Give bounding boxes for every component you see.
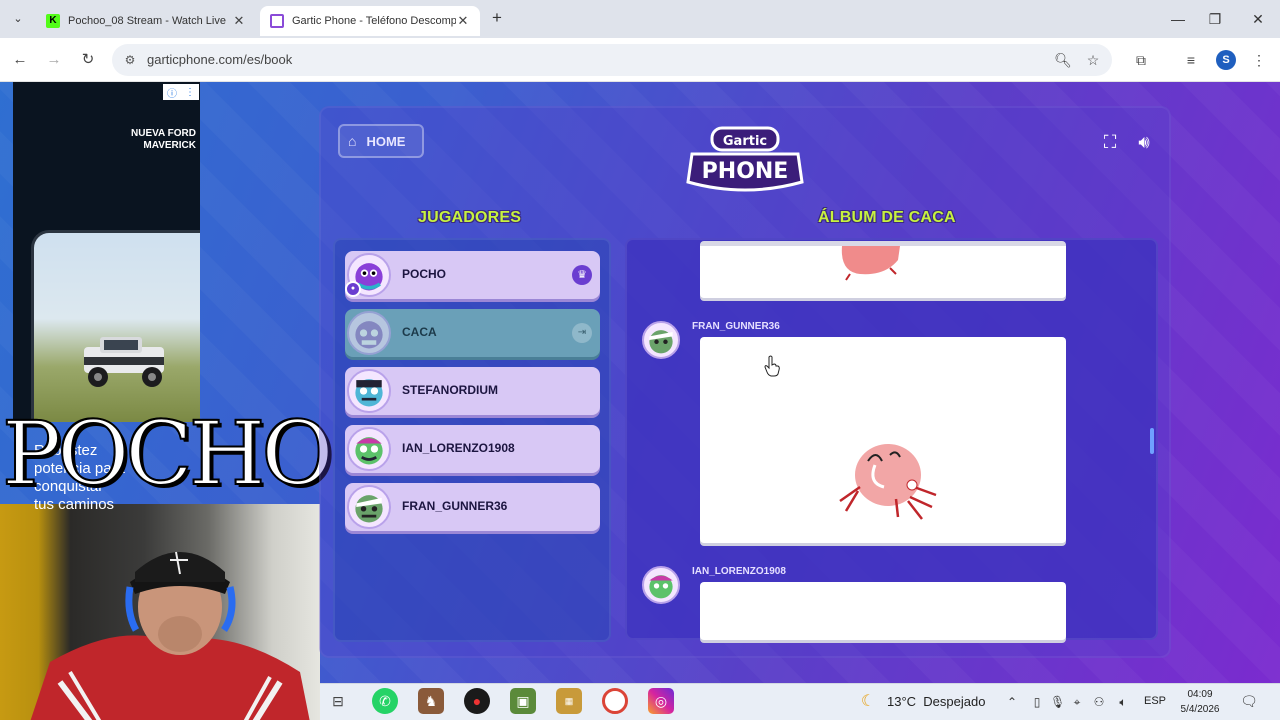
- avatar: [642, 566, 680, 604]
- kick-logo-icon: K: [46, 14, 60, 28]
- profile-avatar[interactable]: S: [1216, 50, 1236, 70]
- drawing-card: [700, 241, 1066, 298]
- location-icon[interactable]: ⌖: [1070, 694, 1084, 710]
- fullscreen-icon[interactable]: ⛶: [1099, 131, 1121, 153]
- restore-icon[interactable]: ❐: [1205, 9, 1225, 29]
- task-view-icon[interactable]: ⊟: [325, 688, 351, 714]
- crown-icon: ♛: [572, 265, 592, 285]
- browser-menu-icon[interactable]: ⋮: [1248, 49, 1270, 71]
- avatar: [642, 321, 680, 359]
- weather-desc: Despejado: [923, 694, 986, 709]
- streamer-webcam-image: [30, 551, 310, 720]
- site-info-icon[interactable]: ⚙: [122, 52, 138, 68]
- forward-arrow-icon[interactable]: →: [43, 49, 65, 71]
- reload-icon[interactable]: ↻: [77, 49, 99, 71]
- owner-badge-icon: ●: [345, 281, 361, 297]
- hand-cursor-icon: [764, 355, 780, 377]
- whatsapp-icon[interactable]: ✆: [372, 688, 398, 714]
- avatar: [347, 485, 391, 529]
- clock-date: 5/4/2026: [1180, 704, 1220, 715]
- instagram-icon[interactable]: ◎: [648, 688, 674, 714]
- player-name: IAN_LORENZO1908: [402, 441, 515, 455]
- avatar: [347, 427, 391, 471]
- tab-title: Gartic Phone - Teléfono Descompuesto: [292, 15, 456, 27]
- media-queue-icon[interactable]: ≡: [1180, 49, 1202, 71]
- player-item-ian-lorenzo1908[interactable]: IAN_LORENZO1908: [345, 425, 600, 473]
- player-item-fran-gunner36[interactable]: FRAN_GUNNER36: [345, 483, 600, 531]
- notification-icon[interactable]: 🗨︎: [1240, 692, 1258, 710]
- tray-expand-chevron-icon[interactable]: ⌃: [1005, 694, 1019, 710]
- new-tab-plus-icon[interactable]: +: [488, 8, 506, 28]
- players-title: JUGADORES: [418, 209, 522, 226]
- tab-close-icon[interactable]: ✕: [232, 13, 246, 29]
- player-item-pocho[interactable]: ● POCHO ♛: [345, 251, 600, 299]
- ad-choices[interactable]: ⓘ ⋮: [163, 84, 199, 100]
- avatar: [347, 311, 391, 355]
- browser-toolbar: ← → ↻ ⚙ garticphone.com/es/book 🔍︎ ☆ ⧉ ≡…: [0, 38, 1280, 82]
- chrome-icon[interactable]: [602, 688, 628, 714]
- album-entry-author: IAN_LORENZO1908: [692, 566, 786, 577]
- window-close-icon[interactable]: ✕: [1248, 9, 1268, 29]
- player-name: STEFANORDIUM: [402, 383, 498, 397]
- pink-creature-drawing: [839, 444, 937, 520]
- clock-time: 04:09: [1187, 689, 1213, 700]
- album-scrollbar[interactable]: [1150, 428, 1154, 454]
- weather-temp: 13°C: [887, 694, 917, 709]
- tab-search-chevron-icon[interactable]: ⌄: [8, 9, 28, 29]
- ad-phone-frame: [31, 230, 200, 422]
- ad-headline: NUEVA FORD MAVERICK: [131, 128, 196, 151]
- moon-weather-icon[interactable]: ☾: [858, 692, 878, 712]
- streamer-name-overlay: POCHO: [1, 402, 335, 505]
- microphone-icon[interactable]: 🎙︎: [1050, 694, 1065, 710]
- game-app-icon[interactable]: ♞: [418, 688, 444, 714]
- home-icon: ⌂: [348, 133, 357, 149]
- player-name: FRAN_GUNNER36: [402, 499, 508, 513]
- url-text: garticphone.com/es/book: [147, 52, 293, 67]
- tab-title: Pochoo_08 Stream - Watch Live: [68, 15, 226, 27]
- address-bar[interactable]: ⚙ garticphone.com/es/book 🔍︎ ☆: [112, 44, 1112, 76]
- webcam-overlay: [0, 504, 320, 720]
- recording-app-icon[interactable]: ●: [464, 688, 490, 714]
- bookmark-star-icon[interactable]: ☆: [1084, 51, 1102, 69]
- drawing-card: [700, 337, 1066, 543]
- home-button[interactable]: ⌂ HOME: [338, 124, 424, 158]
- tab-strip: ⌄ K Pochoo_08 Stream - Watch Live ✕ Gart…: [0, 0, 1280, 38]
- ad-menu-icon[interactable]: ⋮: [185, 87, 195, 98]
- player-name: POCHO: [402, 267, 447, 281]
- avatar: [347, 369, 391, 413]
- album-title: ÁLBUM DE CACA: [818, 209, 956, 226]
- truck-image: [84, 337, 164, 387]
- weather-status[interactable]: 13°C Despejado: [887, 694, 985, 709]
- tab-close-icon[interactable]: ✕: [456, 13, 470, 29]
- device-icon[interactable]: ▯: [1030, 694, 1044, 710]
- player-item-stefanordium[interactable]: STEFANORDIUM: [345, 367, 600, 415]
- minimize-icon[interactable]: —: [1168, 9, 1188, 29]
- player-item-caca[interactable]: CACA ⇥: [345, 309, 600, 357]
- player-name: CACA: [402, 325, 437, 339]
- tab-kick-stream[interactable]: K Pochoo_08 Stream - Watch Live ✕: [36, 6, 256, 36]
- sound-icon[interactable]: 🔊︎: [1131, 131, 1157, 153]
- ad-info-icon[interactable]: ⓘ: [167, 85, 177, 100]
- logo-small-text: Gartic: [723, 134, 767, 149]
- input-language[interactable]: ESP: [1144, 695, 1166, 707]
- gartic-phone-icon: [270, 14, 284, 28]
- pink-creature-drawing: [841, 246, 900, 281]
- home-label: HOME: [366, 133, 406, 149]
- gartic-phone-logo[interactable]: Gartic PHONE: [686, 124, 804, 196]
- drawing-card: [700, 582, 1066, 640]
- tab-gartic-phone[interactable]: Gartic Phone - Teléfono Descompuesto ✕: [260, 6, 480, 36]
- minecraft-icon[interactable]: ▣: [510, 688, 536, 714]
- away-exit-icon: ⇥: [572, 323, 592, 343]
- album-entry-author: FRAN_GUNNER36: [692, 321, 780, 332]
- extensions-puzzle-icon[interactable]: ⧉: [1130, 49, 1152, 71]
- tennis-game-icon[interactable]: ▦: [556, 688, 582, 714]
- back-arrow-icon[interactable]: ←: [9, 49, 31, 71]
- system-clock[interactable]: 04:09 5/4/2026: [1176, 687, 1224, 717]
- volume-icon[interactable]: 🔈︎: [1116, 694, 1130, 710]
- logo-big-text: PHONE: [702, 159, 789, 184]
- network-icon[interactable]: ⚇: [1092, 694, 1106, 710]
- zoom-icon[interactable]: 🔍︎: [1054, 51, 1072, 69]
